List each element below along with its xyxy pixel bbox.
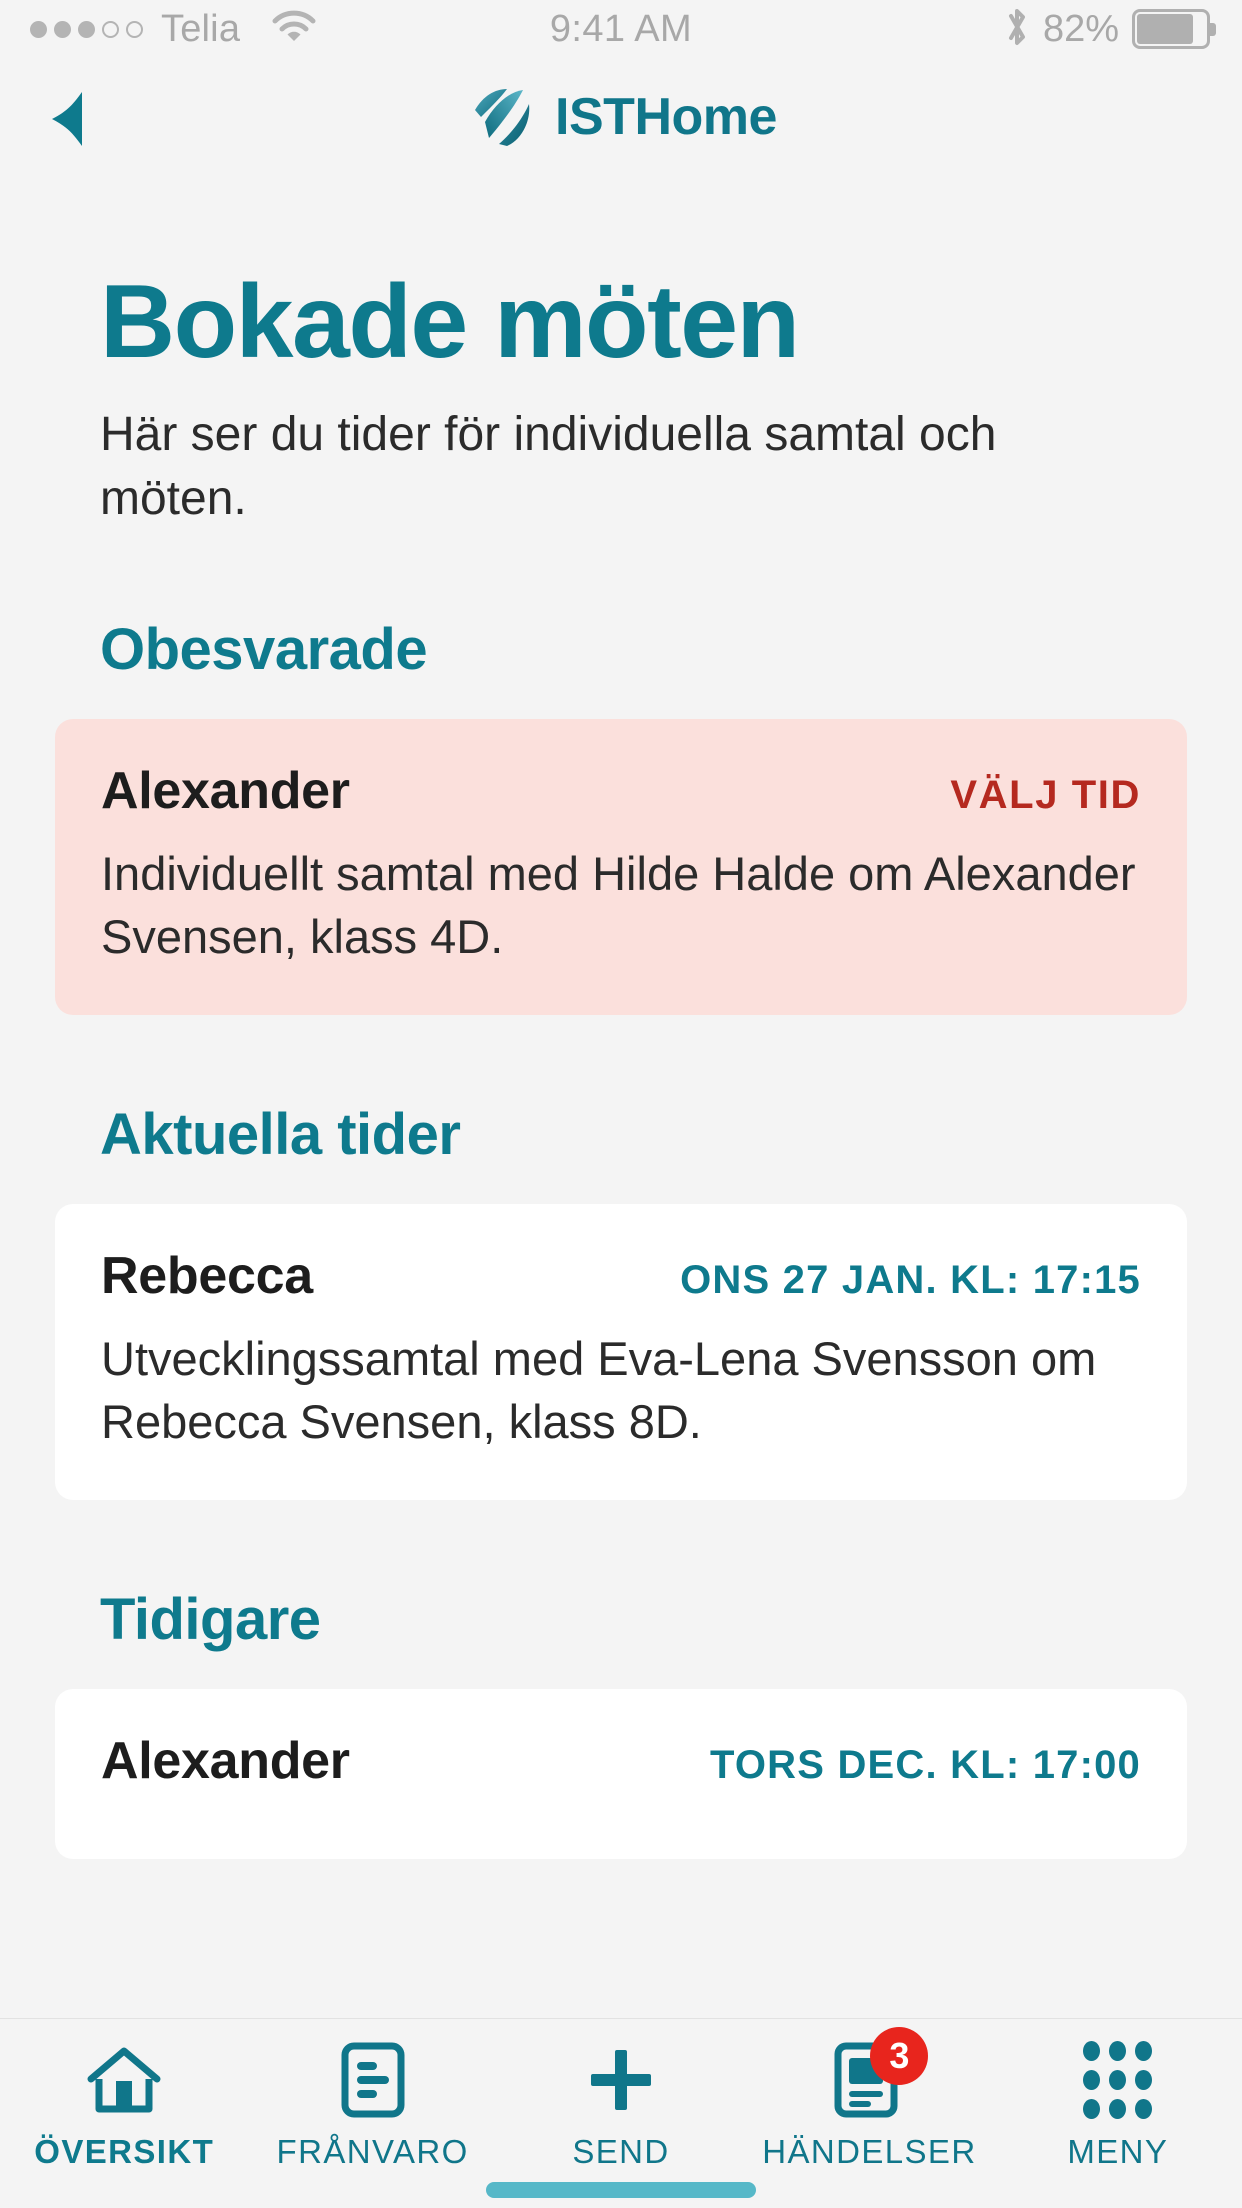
card-student-name: Alexander xyxy=(101,761,350,820)
home-indicator xyxy=(486,2182,756,2198)
grid-dots-icon xyxy=(1075,2041,1161,2119)
battery-icon xyxy=(1132,9,1216,49)
bottom-tab-bar: ÖVERSIKT FRÅNVARO SEND 3 HÄNDELSER MENY xyxy=(0,2018,1242,2208)
card-datetime: TORS DEC. KL: 17:00 xyxy=(709,1742,1141,1787)
section-heading-aktuella-tider: Aktuella tider xyxy=(100,1101,461,1167)
section-heading-obesvarade: Obesvarade xyxy=(100,616,428,682)
card-description: Utvecklingssamtal med Eva-Lena Svensson … xyxy=(101,1331,1097,1448)
page-title: Bokade möten xyxy=(100,264,800,380)
meeting-card-current[interactable]: Rebecca ONS 27 JAN. KL: 17:15 Utveckling… xyxy=(55,1203,1187,1500)
brand-primary: IST xyxy=(555,88,635,146)
card-header: Alexander TORS DEC. KL: 17:00 xyxy=(101,1731,1141,1791)
tab-meny[interactable]: MENY xyxy=(994,2019,1242,2208)
tab-label-handelser: HÄNDELSER xyxy=(762,2133,977,2170)
plus-icon xyxy=(578,2041,664,2119)
status-bar-right: 82% xyxy=(1004,0,1216,58)
document-icon xyxy=(330,2041,416,2119)
card-student-name: Rebecca xyxy=(101,1246,313,1305)
meeting-card-previous[interactable]: Alexander TORS DEC. KL: 17:00 xyxy=(55,1688,1187,1859)
card-datetime: ONS 27 JAN. KL: 17:15 xyxy=(680,1257,1141,1302)
card-header: Rebecca ONS 27 JAN. KL: 17:15 xyxy=(101,1246,1141,1306)
tab-label-send: SEND xyxy=(572,2133,670,2170)
tab-label-franvaro: FRÅNVARO xyxy=(276,2133,469,2170)
card-student-name: Alexander xyxy=(101,1731,350,1790)
news-card-icon: 3 xyxy=(826,2027,929,2119)
brand-title: ISTHome xyxy=(555,87,777,147)
brand-secondary: Home xyxy=(634,88,777,146)
section-heading-tidigare: Tidigare xyxy=(100,1586,321,1652)
scroll-content[interactable]: Bokade möten Här ser du tider för indivi… xyxy=(0,176,1242,2018)
ist-logo-icon xyxy=(465,86,537,148)
home-icon xyxy=(81,2041,167,2119)
nav-bar: ISTHome xyxy=(0,58,1242,176)
status-bar: Telia 9:41 AM 82% xyxy=(0,0,1242,58)
card-header: Alexander VÄLJ TID xyxy=(101,761,1141,821)
battery-percent-label: 82% xyxy=(1042,7,1119,50)
bluetooth-icon xyxy=(1004,5,1030,54)
meeting-card-unanswered[interactable]: Alexander VÄLJ TID Individuellt samtal m… xyxy=(55,718,1187,1015)
tab-label-meny: MENY xyxy=(1067,2133,1169,2170)
page-subtitle: Här ser du tider för individuella samtal… xyxy=(100,408,997,525)
tab-send[interactable]: SEND xyxy=(497,2019,745,2208)
tab-oversikt[interactable]: ÖVERSIKT xyxy=(0,2019,248,2208)
tab-franvaro[interactable]: FRÅNVARO xyxy=(248,2019,496,2208)
tab-handelser[interactable]: 3 HÄNDELSER xyxy=(745,2019,993,2208)
tab-label-oversikt: ÖVERSIKT xyxy=(34,2133,215,2170)
card-description: Individuellt samtal med Hilde Halde om A… xyxy=(101,846,1136,963)
notification-badge: 3 xyxy=(870,2027,929,2085)
choose-time-button[interactable]: VÄLJ TID xyxy=(950,773,1141,818)
app-screen: Telia 9:41 AM 82% ISTHome Bokade möten H… xyxy=(0,0,1242,2208)
brand-logo: ISTHome xyxy=(0,58,1242,176)
